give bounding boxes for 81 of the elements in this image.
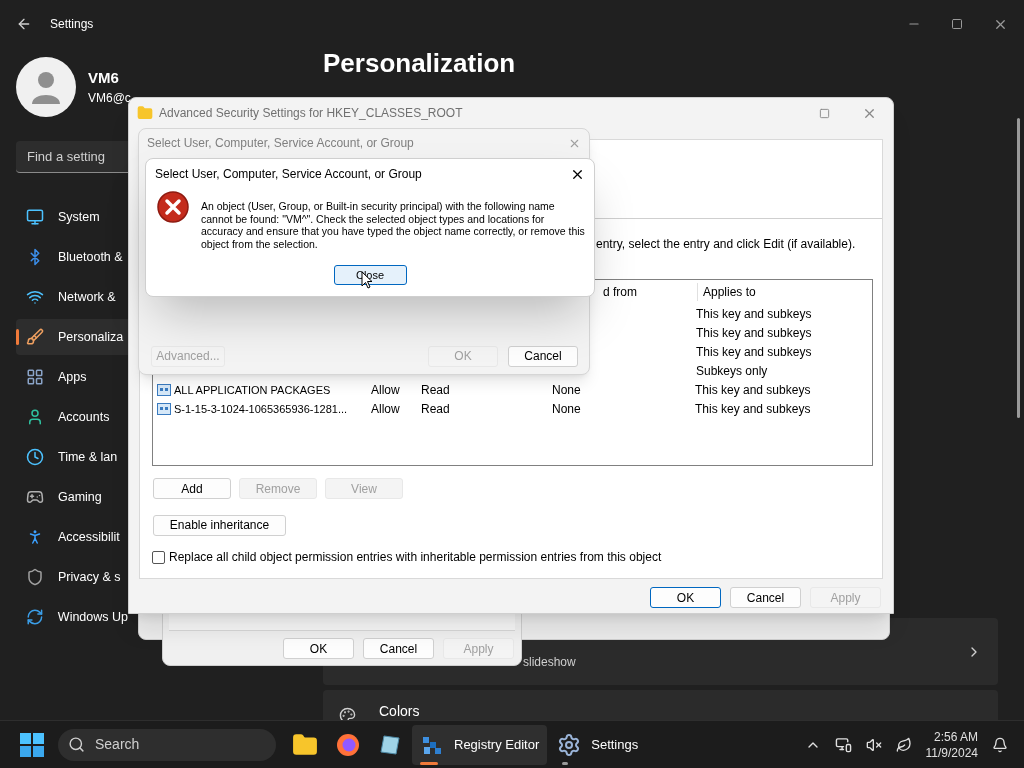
window-title: Settings — [50, 16, 94, 33]
table-cell-text: This key and subkeys — [696, 305, 812, 323]
window-title: Advanced Security Settings for HKEY_CLASSES_ROOT — [159, 105, 463, 122]
person-icon — [31, 70, 61, 104]
selection-bar — [16, 329, 19, 345]
search-icon — [68, 736, 85, 753]
nav-item[interactable]: Time & lan — [16, 439, 128, 475]
refresh-icon — [26, 608, 44, 626]
monitor-icon — [26, 208, 44, 226]
nav-item[interactable]: System — [16, 199, 128, 235]
settings-card[interactable]: Colors — [323, 690, 998, 720]
dialog-button[interactable]: OK — [283, 638, 354, 659]
error-icon — [157, 191, 189, 223]
group-icon — [157, 382, 171, 397]
table-cell: ALL APPLICATION PACKAGES — [174, 383, 331, 396]
taskbar-search[interactable]: Search — [58, 728, 276, 761]
dialog-button[interactable]: Cancel — [363, 638, 434, 659]
nav-item[interactable]: Gaming — [16, 479, 128, 515]
person-icon — [26, 408, 44, 426]
maximize-icon[interactable] — [951, 18, 963, 30]
nav-item[interactable]: Personaliza — [16, 319, 128, 355]
table-cell: Read — [421, 382, 450, 397]
nav-item[interactable]: Privacy & s — [16, 559, 128, 595]
nav-item[interactable]: Bluetooth & — [16, 239, 128, 275]
leaf-icon[interactable] — [895, 736, 912, 753]
folder-icon — [137, 105, 153, 121]
user-name: VM6 — [88, 67, 120, 88]
nav-item[interactable]: Network & — [16, 279, 128, 315]
dialog-button[interactable]: Cancel — [730, 587, 801, 608]
devices-icon[interactable] — [834, 736, 852, 753]
dialog-title: Select User, Computer, Service Account, or Group — [155, 166, 422, 183]
table-cell-text: This key and subkeys — [695, 381, 811, 399]
table-cell-text: Subkeys only — [696, 362, 768, 380]
table-cell: Read — [421, 401, 450, 416]
nav-item[interactable]: Accessibilit — [16, 519, 128, 555]
table-cell-text: This key and subkeys — [696, 324, 812, 342]
taskbar-app[interactable]: Registry Editor — [412, 724, 548, 765]
table-cell: S-1-15-3-1024-1065365936-1281... — [174, 402, 348, 415]
dialog-button[interactable]: Enable inheritance — [153, 514, 286, 536]
instruction-text: entry, select the entry and click Edit (if available). — [596, 236, 856, 253]
column-header: d from — [603, 284, 637, 301]
bell-icon[interactable] — [992, 736, 1008, 753]
brush-icon — [26, 328, 44, 346]
card-title: Colors — [379, 703, 420, 719]
muted-speaker-icon[interactable] — [865, 736, 882, 753]
table-cell-text: None — [552, 381, 582, 399]
nav-item[interactable]: Apps — [16, 359, 128, 395]
wifi-icon — [26, 288, 44, 306]
page-heading: Personalization — [323, 47, 517, 80]
shield-icon — [26, 568, 44, 586]
folder-icon — [292, 731, 318, 758]
card-subtitle: slideshow — [523, 653, 576, 671]
table-cell: Allow — [371, 401, 400, 416]
notepad-icon — [378, 732, 402, 757]
table-cell: Allow — [371, 382, 400, 397]
dialog-button[interactable]: Add — [153, 478, 231, 499]
windows-logo-icon[interactable] — [20, 732, 44, 757]
checkbox-label: Replace all child object permission entries with inheritable permission entries from this object — [169, 549, 662, 566]
dialog-button[interactable]: Cancel — [508, 345, 578, 367]
scrollbar[interactable] — [1017, 118, 1020, 418]
table-cell-text: This key and subkeys — [696, 343, 812, 361]
column-header: Applies to — [697, 283, 756, 301]
clock[interactable]: 2:56 AM 11/9/2024 — [925, 728, 978, 761]
dialog-title: Select User, Computer, Service Account, or Group — [147, 135, 414, 152]
back-icon[interactable] — [16, 16, 32, 32]
table-cell-text: This key and subkeys — [695, 400, 811, 418]
taskbar-app[interactable]: Settings — [549, 724, 647, 765]
apps-grid-icon — [26, 368, 44, 386]
nav-item[interactable]: Accounts — [16, 399, 128, 435]
clock-icon — [26, 448, 44, 466]
gear-icon — [557, 732, 582, 757]
browser-icon — [336, 732, 360, 757]
group-icon — [157, 401, 171, 416]
dialog-button[interactable]: OK — [650, 587, 721, 608]
user-email: VM6@c — [88, 90, 131, 108]
error-message: An object (User, Group, or Built-in security principal) with the following name cannot be found: "VM^". Check the selected object types and locations for accuracy and ensure that you have typed the object name correctly, or remove this object from the selection. — [201, 200, 586, 250]
table-cell-text: None — [552, 400, 582, 418]
gamepad-icon — [26, 488, 44, 506]
palette-icon — [339, 707, 356, 720]
nav-item[interactable]: Windows Up — [16, 599, 128, 635]
checkbox[interactable] — [152, 550, 165, 564]
